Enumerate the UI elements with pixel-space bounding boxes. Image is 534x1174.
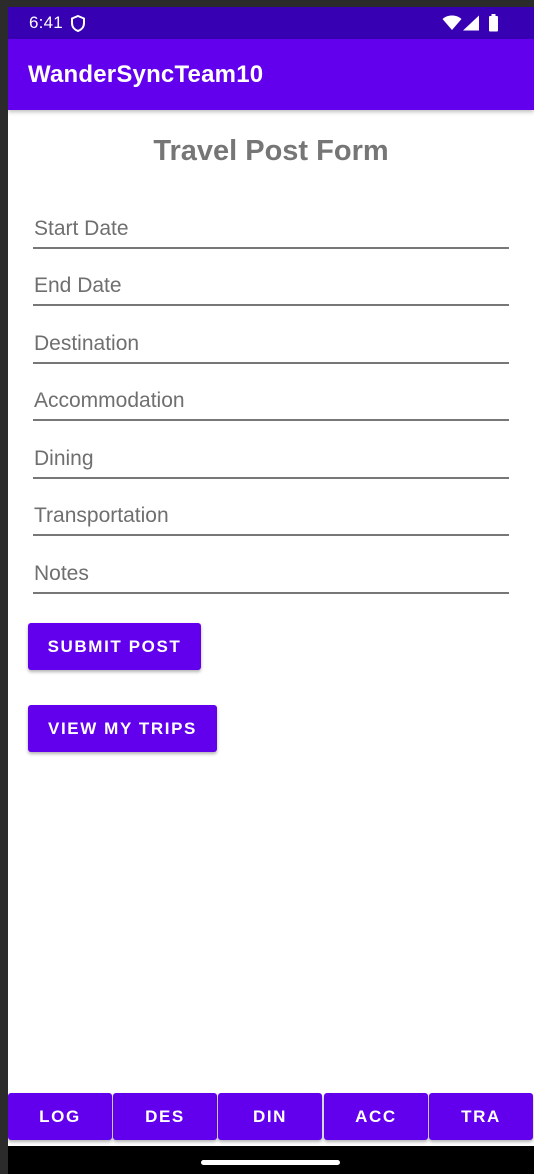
bottom-nav: LOG DES DIN ACC TRA [8,1093,534,1140]
status-time: 6:41 [29,13,63,32]
app-bar: WanderSyncTeam10 [8,39,534,110]
accommodation-input[interactable] [33,384,511,418]
nav-tra-button[interactable]: TRA [429,1093,533,1140]
transportation-input[interactable] [33,499,511,533]
end-date-field-wrapper [33,260,511,306]
nav-des-button[interactable]: DES [113,1093,217,1140]
page-title: Travel Post Form [153,135,389,167]
system-nav-bar [8,1146,534,1174]
destination-input[interactable] [33,327,511,361]
destination-field-wrapper [33,318,511,364]
phone-screen: 6:41 WanderSyncTeam10 Travel Post Form S… [8,7,534,1174]
accommodation-field-wrapper [33,375,511,421]
end-date-input[interactable] [33,269,511,303]
signal-icon [462,15,480,36]
nav-din-button[interactable]: DIN [218,1093,322,1140]
start-date-input[interactable] [33,212,511,246]
view-my-trips-button[interactable]: VIEW MY TRIPS [28,705,217,752]
dining-input[interactable] [33,442,511,476]
transportation-field-wrapper [33,490,511,536]
home-gesture-handle[interactable] [201,1160,340,1165]
notes-field-wrapper [33,548,511,594]
app-title: WanderSyncTeam10 [28,61,264,88]
start-date-field-wrapper [33,203,511,249]
nav-acc-button[interactable]: ACC [324,1093,428,1140]
notes-input[interactable] [33,557,511,591]
dining-field-wrapper [33,433,511,479]
nav-log-button[interactable]: LOG [8,1093,112,1140]
wifi-icon [442,15,462,36]
submit-post-button[interactable]: SUBMIT POST [28,623,201,670]
battery-icon [488,14,499,37]
status-bar: 6:41 [8,7,534,39]
shield-icon [71,14,85,37]
